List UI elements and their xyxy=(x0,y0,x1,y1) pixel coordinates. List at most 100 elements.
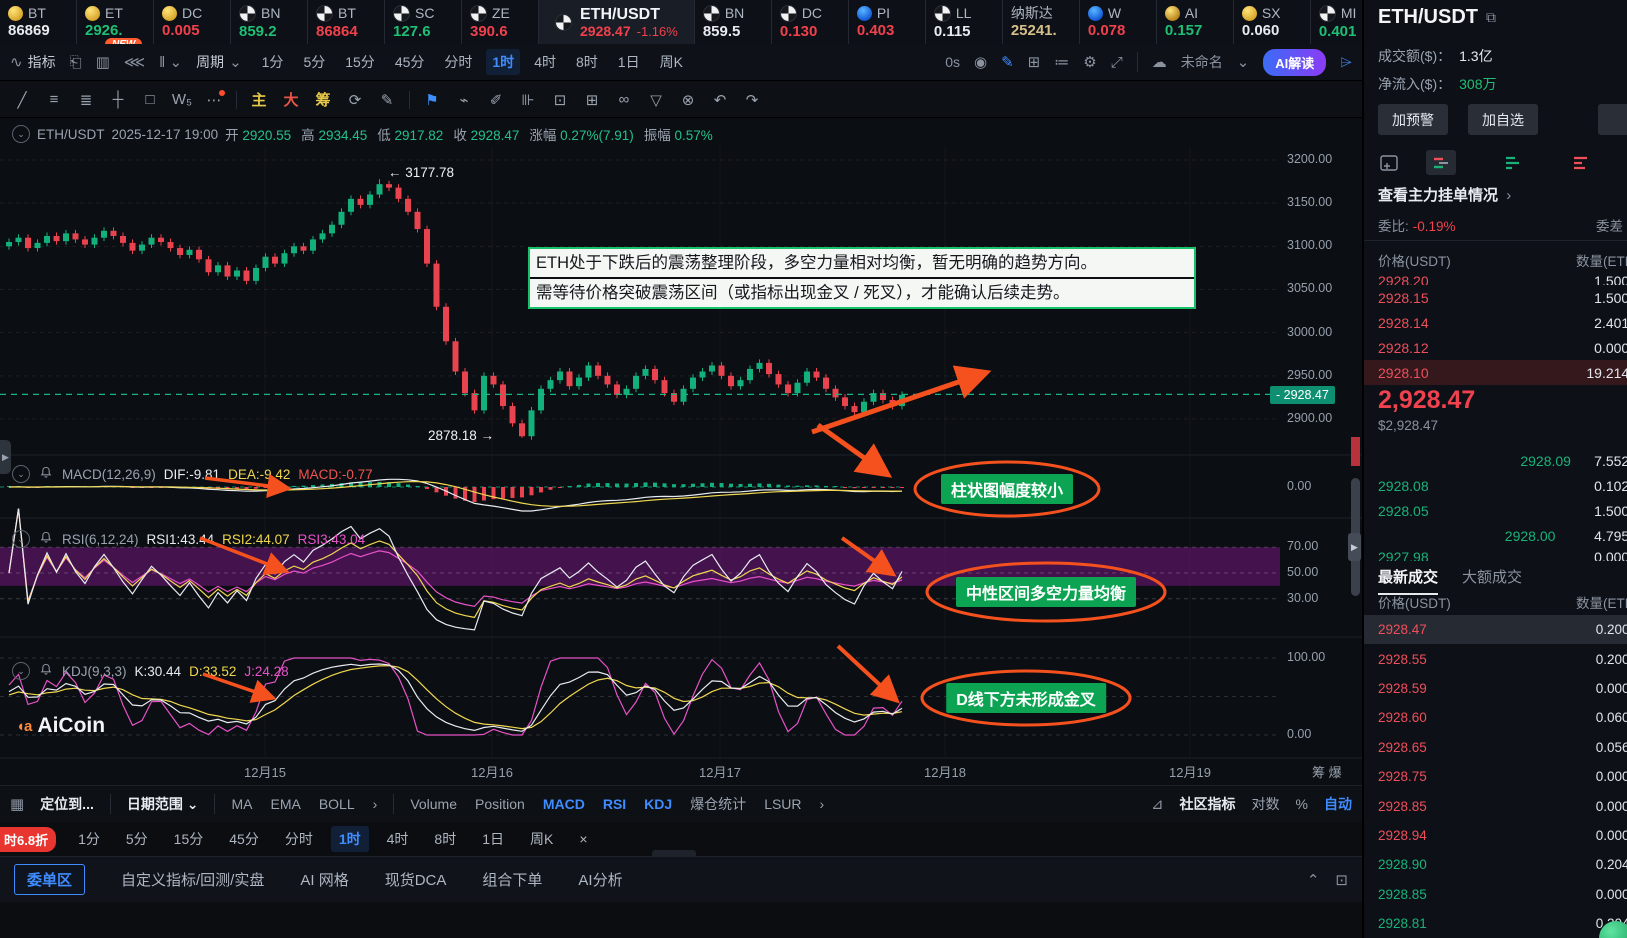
main-force-tool[interactable]: 主 xyxy=(245,87,273,113)
bottom-tab-现货DCA[interactable]: 现货DCA xyxy=(385,869,447,890)
order-book-row[interactable]: 2928.09 7.5521 xyxy=(1364,448,1627,473)
save-layout-icon[interactable]: ⎗ xyxy=(70,54,82,71)
timeframe-1时[interactable]: 1时 xyxy=(486,49,521,75)
chevron-down-icon[interactable]: ⌄ xyxy=(1237,53,1250,71)
bottom-tab-组合下单[interactable]: 组合下单 xyxy=(482,869,542,890)
trade-row[interactable]: 2928.59 0.0001 xyxy=(1364,674,1627,703)
ruler-tool[interactable]: ⌁ xyxy=(450,87,478,113)
panel-collapse-handle[interactable]: ▶ xyxy=(1348,533,1361,561)
copy-icon[interactable]: ⧉ xyxy=(1486,9,1496,26)
trade-row[interactable]: 2928.55 0.2004 xyxy=(1364,644,1627,673)
bottom-timeframe-5分[interactable]: 5分 xyxy=(118,826,156,852)
bottom-timeframe-8时[interactable]: 8时 xyxy=(426,826,464,852)
date-range-dropdown[interactable]: 日期范围 ⌄ xyxy=(127,794,199,814)
trade-row[interactable]: 2928.85 0.0001 xyxy=(1364,880,1627,909)
popout-icon[interactable]: ⊡ xyxy=(1335,871,1348,889)
brush-tool[interactable]: ✐ xyxy=(482,87,510,113)
list-settings-icon[interactable]: ≔ xyxy=(1054,53,1069,71)
alert-bell-icon[interactable] xyxy=(38,531,54,547)
discount-badge[interactable]: 时6.8折 xyxy=(0,826,57,852)
more-overlays-chevron[interactable]: › xyxy=(373,796,378,812)
undo[interactable]: ↶ xyxy=(706,87,734,113)
bottom-tab-AI 网格[interactable]: AI 网格 xyxy=(300,869,348,890)
trade-row[interactable]: 2928.90 0.2046 xyxy=(1364,850,1627,879)
bottom-timeframe-1时[interactable]: 1时 xyxy=(330,826,369,852)
candle-style-icon[interactable]: ǁ ⌄ xyxy=(159,53,182,71)
bottom-timeframe-15分[interactable]: 15分 xyxy=(166,826,212,852)
pane-indicator-LSUR[interactable]: LSUR xyxy=(764,796,801,812)
ticker-item[interactable]: BT 86869 xyxy=(0,0,77,44)
overlay-EMA[interactable]: EMA xyxy=(270,796,300,812)
replay-tool[interactable]: ⟳ xyxy=(341,87,369,113)
rectangle-tool[interactable]: □ xyxy=(136,87,164,113)
trade-row[interactable]: 2928.85 0.0001 xyxy=(1364,791,1627,820)
alert-bell-icon[interactable] xyxy=(38,466,54,482)
add-panel-icon[interactable] xyxy=(1374,150,1404,175)
collapse-chevron-icon[interactable]: ⌄ xyxy=(12,662,30,680)
order-book-row[interactable]: 2928.05 1.5000 xyxy=(1364,498,1627,523)
timeframe-8时[interactable]: 8时 xyxy=(570,49,604,75)
more-tools[interactable]: ⋯ xyxy=(200,87,228,113)
book-bids-icon[interactable] xyxy=(1498,150,1528,175)
add-pane-icon[interactable]: ⊞ xyxy=(1028,53,1041,71)
pane-collapse-handle[interactable]: ▶ xyxy=(0,440,11,474)
bottom-timeframe-4时[interactable]: 4时 xyxy=(379,826,417,852)
lock-tool[interactable]: ⊡ xyxy=(546,87,574,113)
pattern-tool[interactable]: ⊪ xyxy=(514,87,542,113)
order-book-row[interactable]: 2928.08 0.1021 xyxy=(1364,473,1627,498)
ticker-item[interactable]: LL 0.115 xyxy=(926,0,1003,44)
collapse-chevron-icon[interactable]: ⌄ xyxy=(12,530,30,548)
bottom-timeframe-1日[interactable]: 1日 xyxy=(474,826,512,852)
order-book-row[interactable]: 2928.00 4.7951 xyxy=(1364,523,1627,548)
ticker-item[interactable]: DC 0.005 xyxy=(154,0,231,44)
timeframe-周K[interactable]: 周K xyxy=(654,49,689,75)
timeframe-4时[interactable]: 4时 xyxy=(528,49,562,75)
collapse-up-icon[interactable]: ⌃ xyxy=(1307,871,1320,889)
ticker-item[interactable]: SC 127.6 xyxy=(385,0,462,44)
bottom-timeframe-1分[interactable]: 1分 xyxy=(70,826,108,852)
locate-button[interactable]: 定位到... xyxy=(40,794,94,814)
trade-row[interactable]: 2928.65 0.0560 xyxy=(1364,733,1627,762)
horizontal-lines-tool[interactable]: ≣ xyxy=(72,87,100,113)
clipped-button[interactable] xyxy=(1598,104,1627,135)
bottom-tab-自定义指标/回测/实盘[interactable]: 自定义指标/回测/实盘 xyxy=(121,869,264,890)
pane-indicator-爆仓统计[interactable]: 爆仓统计 xyxy=(690,794,746,814)
close-timeframe-icon[interactable]: × xyxy=(571,828,595,850)
timeframe-分时[interactable]: 分时 xyxy=(438,49,478,75)
trendline-tool[interactable]: ╱ xyxy=(8,87,36,113)
collapse-chevron-icon[interactable]: ⌄ xyxy=(12,125,30,143)
annotate-tool[interactable]: ✎ xyxy=(373,87,401,113)
option-对数[interactable]: 对数 xyxy=(1252,794,1280,814)
edit-icon[interactable]: ⊿ xyxy=(1151,795,1164,813)
draw-pencil-icon[interactable]: ✎ xyxy=(1001,53,1014,71)
timeframe-1分[interactable]: 1分 xyxy=(256,49,290,75)
book-mixed-icon[interactable] xyxy=(1426,150,1456,175)
ticker-item[interactable]: ZE 390.6 xyxy=(462,0,539,44)
fullscreen-icon[interactable]: ⤢ xyxy=(1111,54,1123,71)
bottom-tab-AI分析[interactable]: AI分析 xyxy=(578,869,622,890)
ticker-tab-active[interactable]: ETH/USDT 2928.47 -1.16% xyxy=(539,0,695,44)
layout-name[interactable]: 未命名 xyxy=(1181,52,1223,72)
bookmark-tool[interactable]: ⚑ xyxy=(418,87,446,113)
trade-row[interactable]: 2928.47 0.2004 xyxy=(1364,615,1627,645)
delete-drawings[interactable]: ⊗ xyxy=(674,87,702,113)
indicator-menu-button[interactable]: ∿ 指标 xyxy=(10,52,56,72)
ticker-item[interactable]: AI 0.157 xyxy=(1157,0,1234,44)
ticker-item[interactable]: BN 859.2 xyxy=(231,0,308,44)
bottom-tab-委单区[interactable]: 委单区 xyxy=(14,864,86,895)
period-dropdown[interactable]: 周期 ⌄ xyxy=(196,52,242,72)
price-chart-svg[interactable] xyxy=(0,118,1362,785)
large-order-tool[interactable]: 大 xyxy=(277,87,305,113)
layout-grid-icon[interactable]: ▥ xyxy=(96,53,110,71)
chip-distribution-tool[interactable]: 筹 xyxy=(309,87,337,113)
trades-tab-最新成交[interactable]: 最新成交 xyxy=(1378,566,1439,595)
note-tool[interactable]: ⊞ xyxy=(578,87,606,113)
option-自动[interactable]: 自动 xyxy=(1324,794,1352,814)
trade-row[interactable]: 2928.94 0.0001 xyxy=(1364,821,1627,850)
order-book-row[interactable]: 2928.15 1.5000 xyxy=(1364,285,1627,310)
chart-area[interactable]: ⌄ ETH/USDT 2025-12-17 19:00 开 2920.55 高 2… xyxy=(0,118,1362,785)
book-asks-icon[interactable] xyxy=(1566,150,1596,175)
overlay-BOLL[interactable]: BOLL xyxy=(319,796,355,812)
pane-indicator-KDJ[interactable]: KDJ xyxy=(644,796,672,812)
option-%[interactable]: % xyxy=(1296,796,1308,812)
